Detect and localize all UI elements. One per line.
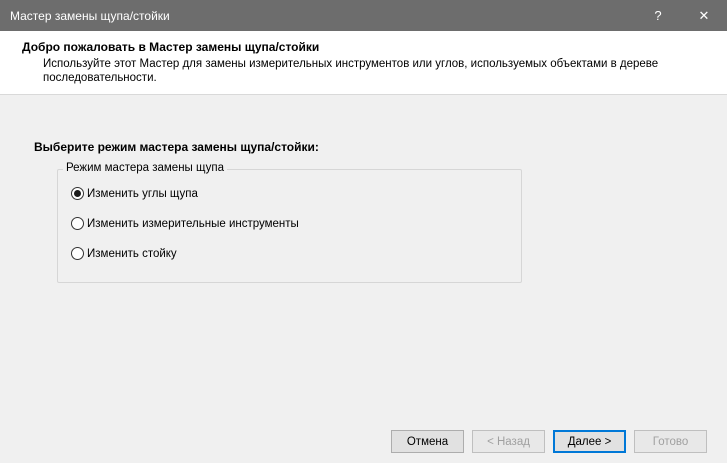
mode-groupbox: Режим мастера замены щупа Изменить углы …	[57, 162, 522, 283]
radio-button[interactable]	[71, 187, 84, 200]
radio-option-measuring-tools[interactable]: Изменить измерительные инструменты	[71, 217, 299, 230]
wizard-header: Добро пожаловать в Мастер замены щупа/ст…	[0, 31, 727, 95]
radio-option-stand[interactable]: Изменить стойку	[71, 247, 177, 260]
help-button[interactable]: ?	[635, 0, 681, 31]
radio-label[interactable]: Изменить углы щупа	[87, 188, 198, 200]
mode-prompt: Выберите режим мастера замены щупа/стойк…	[34, 140, 319, 154]
window-title: Мастер замены щупа/стойки	[10, 8, 170, 23]
cancel-button[interactable]: Отмена	[391, 430, 464, 453]
radio-label[interactable]: Изменить измерительные инструменты	[87, 218, 299, 230]
radio-label[interactable]: Изменить стойку	[87, 248, 177, 260]
title-bar: Мастер замены щупа/стойки ? ✕	[0, 0, 727, 31]
wizard-footer: Отмена < Назад Далее > Готово	[0, 418, 727, 463]
header-title: Добро пожаловать в Мастер замены щупа/ст…	[22, 40, 320, 54]
radio-button[interactable]	[71, 247, 84, 260]
back-button[interactable]: < Назад	[472, 430, 545, 453]
radio-option-probe-angles[interactable]: Изменить углы щупа	[71, 187, 198, 200]
close-icon: ✕	[698, 7, 710, 23]
wizard-content: Выберите режим мастера замены щупа/стойк…	[0, 96, 727, 418]
next-button[interactable]: Далее >	[553, 430, 626, 453]
radio-button[interactable]	[71, 217, 84, 230]
close-button[interactable]: ✕	[681, 0, 727, 31]
groupbox-label: Режим мастера замены щупа	[63, 162, 227, 174]
finish-button[interactable]: Готово	[634, 430, 707, 453]
header-description: Используйте этот Мастер для замены измер…	[43, 58, 659, 84]
